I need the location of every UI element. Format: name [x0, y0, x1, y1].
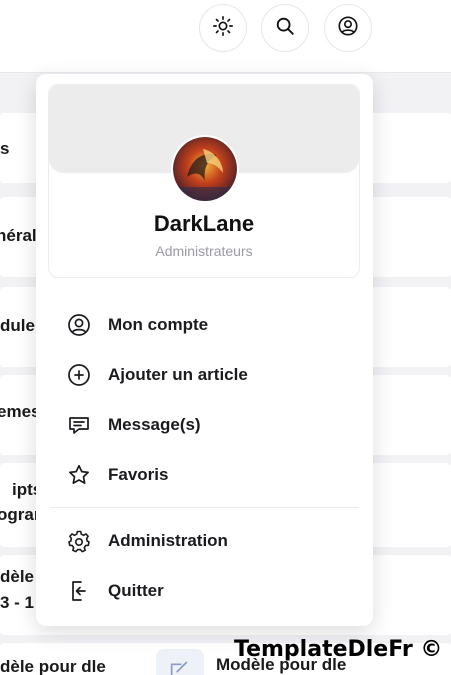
menu-item-label: Administration: [108, 531, 228, 550]
menu-item-label: Quitter: [108, 581, 164, 600]
menu-item-label: Mon compte: [108, 315, 209, 334]
menu-item-favoris[interactable]: Favoris: [66, 460, 168, 490]
menu-item-ajouter-article[interactable]: Ajouter un article: [66, 360, 248, 390]
menu-item-label: Message(s): [108, 415, 201, 434]
menu-item-mon-compte[interactable]: Mon compte: [66, 310, 208, 340]
avatar[interactable]: [173, 137, 237, 201]
bg-thumbnail: [156, 649, 204, 675]
page: s néral dule emes ipts ogram dèle 3 - 1 …: [0, 0, 451, 675]
bg-text: dule: [0, 316, 35, 335]
user-circle-icon: [337, 15, 359, 42]
account-button[interactable]: [324, 4, 372, 52]
logout-icon: [66, 578, 92, 604]
bg-text: dèle: [0, 567, 35, 586]
menu-item-quitter[interactable]: Quitter: [66, 576, 164, 606]
search-button[interactable]: [261, 4, 309, 52]
bg-text: s: [0, 139, 10, 158]
sun-icon: [212, 15, 234, 42]
menu-item-messages[interactable]: Message(s): [66, 410, 201, 440]
message-icon: [66, 412, 92, 438]
profile-card: DarkLane Administrateurs: [48, 84, 360, 278]
menu-item-label: Favoris: [108, 465, 169, 484]
user-circle-icon: [66, 312, 92, 338]
menu-item-administration[interactable]: Administration: [66, 526, 228, 556]
bg-text: emes: [0, 402, 41, 421]
menu-divider: [50, 507, 359, 508]
plus-circle-icon: [66, 362, 92, 388]
edit-icon: [168, 657, 190, 675]
user-dropdown: DarkLane Administrateurs Mon compte Ajou…: [36, 74, 373, 626]
bg-text: 3 - 1: [0, 593, 35, 612]
top-bar: [0, 0, 451, 73]
user-role: Administrateurs: [155, 243, 253, 259]
bg-text: néral: [0, 226, 37, 245]
theme-toggle-button[interactable]: [199, 4, 247, 52]
bg-text: dèle pour dle: [0, 657, 106, 675]
star-icon: [66, 462, 92, 488]
gear-icon: [66, 528, 92, 554]
search-icon: [274, 15, 296, 42]
username: DarkLane: [153, 211, 255, 236]
menu-item-label: Ajouter un article: [108, 365, 248, 384]
watermark: TemplateDleFr ©: [234, 637, 443, 662]
